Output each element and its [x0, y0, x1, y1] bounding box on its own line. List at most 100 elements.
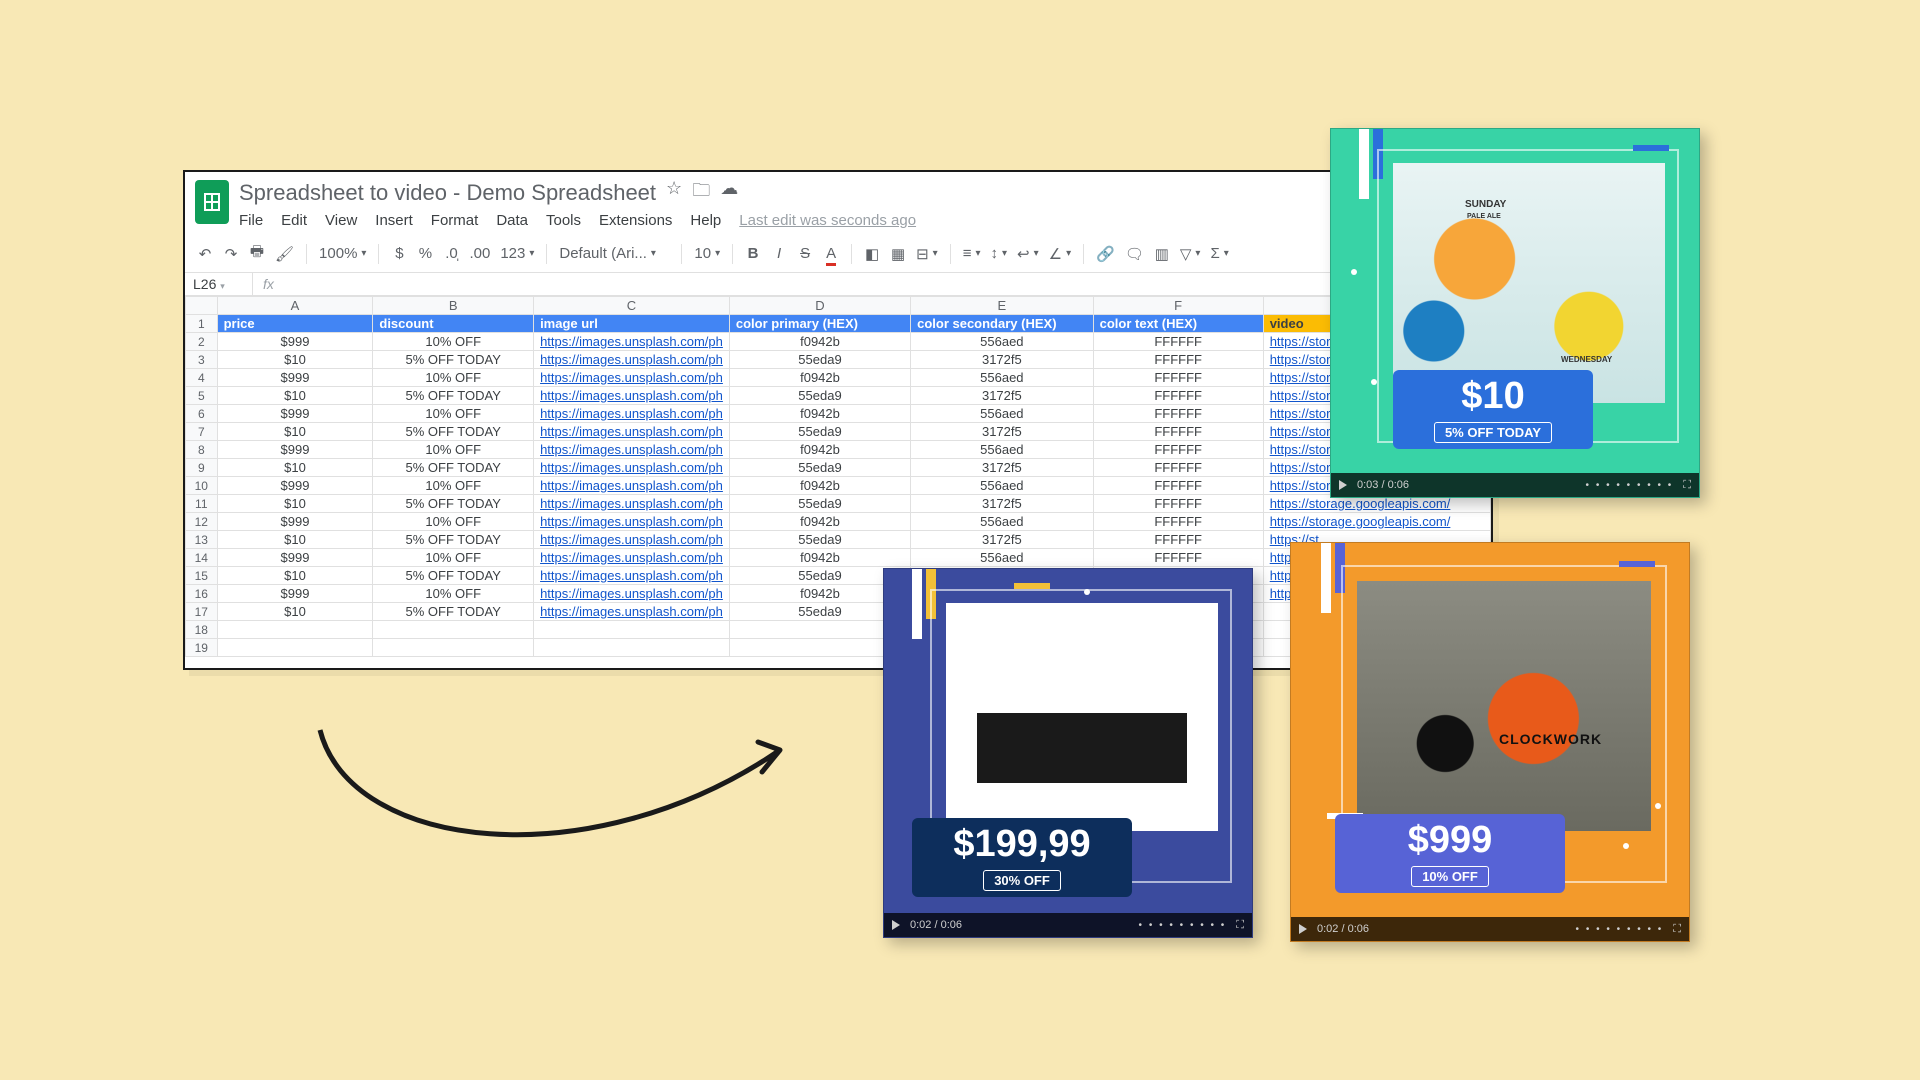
grid-cell[interactable]: 55eda9 [729, 531, 910, 549]
grid-cell[interactable]: 556aed [911, 333, 1094, 351]
grid-cell[interactable]: FFFFFF [1093, 387, 1263, 405]
zoom-select[interactable]: 100%▾ [319, 245, 366, 262]
menu-data[interactable]: Data [496, 212, 528, 229]
grid-cell[interactable]: 10% OFF [373, 477, 534, 495]
grid-cell[interactable]: f0942b [729, 513, 910, 531]
grid-cell[interactable] [534, 639, 730, 657]
url-link[interactable]: https://images.unsplash.com/ph [540, 532, 723, 547]
menu-tools[interactable]: Tools [546, 212, 581, 229]
grid-cell[interactable]: 3172f5 [911, 423, 1094, 441]
grid-cell[interactable]: $999 [217, 333, 373, 351]
header-cell[interactable]: image url [534, 315, 730, 333]
grid-cell[interactable]: $999 [217, 441, 373, 459]
url-link[interactable]: https://images.unsplash.com/ph [540, 550, 723, 565]
select-all-cell[interactable] [186, 297, 218, 315]
grid-cell[interactable]: 55eda9 [729, 459, 910, 477]
video-controls[interactable]: 0:02 / 0:06 • • • • • • • • • ⛶ [884, 913, 1252, 937]
column-header[interactable]: D [729, 297, 910, 315]
grid-cell[interactable]: FFFFFF [1093, 513, 1263, 531]
row-number[interactable]: 17 [186, 603, 218, 621]
column-header[interactable]: F [1093, 297, 1263, 315]
url-link[interactable]: https://images.unsplash.com/ph [540, 334, 723, 349]
row-number[interactable]: 9 [186, 459, 218, 477]
rotate-button[interactable]: ∠▾ [1049, 245, 1071, 263]
url-link[interactable]: https://images.unsplash.com/ph [540, 352, 723, 367]
grid-cell[interactable]: https://images.unsplash.com/ph [534, 405, 730, 423]
url-link[interactable]: https://images.unsplash.com/ph [540, 442, 723, 457]
h-align-button[interactable]: ≡▾ [963, 245, 981, 262]
grid-cell[interactable]: https://storage.googleapis.com/ [1263, 513, 1490, 531]
grid-cell[interactable]: https://images.unsplash.com/ph [534, 333, 730, 351]
grid-cell[interactable]: FFFFFF [1093, 333, 1263, 351]
grid-cell[interactable]: https://images.unsplash.com/ph [534, 585, 730, 603]
url-link[interactable]: https://storage.googleapis.com/ [1270, 514, 1451, 529]
video-controls[interactable]: 0:02 / 0:06 • • • • • • • • • ⛶ [1291, 917, 1689, 941]
video-controls[interactable]: 0:03 / 0:06 • • • • • • • • • ⛶ [1331, 473, 1699, 497]
row-number[interactable]: 2 [186, 333, 218, 351]
grid-cell[interactable]: $999 [217, 369, 373, 387]
grid-cell[interactable]: 5% OFF TODAY [373, 351, 534, 369]
paint-format-button[interactable]: 🖌 [275, 245, 294, 263]
filter-button[interactable]: ▽▾ [1180, 245, 1201, 263]
grid-cell[interactable]: https://images.unsplash.com/ph [534, 531, 730, 549]
row-number[interactable]: 14 [186, 549, 218, 567]
grid-cell[interactable]: f0942b [729, 333, 910, 351]
grid-cell[interactable]: https://images.unsplash.com/ph [534, 495, 730, 513]
grid-cell[interactable]: 10% OFF [373, 513, 534, 531]
column-header[interactable]: B [373, 297, 534, 315]
play-icon[interactable] [1299, 924, 1307, 934]
document-title[interactable]: Spreadsheet to video - Demo Spreadsheet [239, 180, 656, 206]
grid-cell[interactable]: f0942b [729, 477, 910, 495]
grid-cell[interactable]: https://images.unsplash.com/ph [534, 387, 730, 405]
grid-cell[interactable]: 55eda9 [729, 351, 910, 369]
chart-button[interactable]: ▥ [1154, 245, 1170, 263]
grid-cell[interactable]: 10% OFF [373, 333, 534, 351]
grid-cell[interactable]: https://images.unsplash.com/ph [534, 477, 730, 495]
row-number[interactable]: 10 [186, 477, 218, 495]
grid-cell[interactable]: 556aed [911, 513, 1094, 531]
row-number[interactable]: 4 [186, 369, 218, 387]
grid-cell[interactable]: $999 [217, 477, 373, 495]
grid-cell[interactable]: $10 [217, 531, 373, 549]
decrease-decimal-button[interactable]: .0̩ [443, 245, 459, 262]
url-link[interactable]: https://images.unsplash.com/ph [540, 478, 723, 493]
grid-cell[interactable]: 55eda9 [729, 423, 910, 441]
grid-cell[interactable]: FFFFFF [1093, 441, 1263, 459]
grid-cell[interactable]: 556aed [911, 549, 1094, 567]
grid-cell[interactable]: 556aed [911, 441, 1094, 459]
row-number[interactable]: 5 [186, 387, 218, 405]
grid-cell[interactable]: FFFFFF [1093, 423, 1263, 441]
grid-cell[interactable]: FFFFFF [1093, 369, 1263, 387]
url-link[interactable]: https://images.unsplash.com/ph [540, 604, 723, 619]
number-format-select[interactable]: 123▾ [500, 245, 534, 262]
row-number[interactable]: 15 [186, 567, 218, 585]
grid-cell[interactable]: 3172f5 [911, 495, 1094, 513]
grid-cell[interactable]: 3172f5 [911, 459, 1094, 477]
grid-cell[interactable]: 556aed [911, 405, 1094, 423]
fill-color-button[interactable]: ◧ [864, 245, 880, 263]
grid-cell[interactable]: https://images.unsplash.com/ph [534, 351, 730, 369]
grid-cell[interactable]: $10 [217, 387, 373, 405]
url-link[interactable]: https://images.unsplash.com/ph [540, 586, 723, 601]
grid-cell[interactable] [217, 639, 373, 657]
move-folder-icon[interactable]: 🗀 [692, 178, 710, 208]
url-link[interactable]: https://images.unsplash.com/ph [540, 370, 723, 385]
grid-cell[interactable]: $10 [217, 351, 373, 369]
grid-cell[interactable]: 5% OFF TODAY [373, 459, 534, 477]
grid-cell[interactable]: $999 [217, 549, 373, 567]
merge-button[interactable]: ⊟▾ [916, 245, 938, 263]
grid-cell[interactable]: 5% OFF TODAY [373, 495, 534, 513]
name-box[interactable]: L26 ▾ [185, 273, 253, 295]
grid-cell[interactable]: https://images.unsplash.com/ph [534, 441, 730, 459]
grid-cell[interactable]: FFFFFF [1093, 351, 1263, 369]
header-cell[interactable]: color secondary (HEX) [911, 315, 1094, 333]
menu-insert[interactable]: Insert [375, 212, 413, 229]
grid-cell[interactable]: https://images.unsplash.com/ph [534, 459, 730, 477]
menu-extensions[interactable]: Extensions [599, 212, 672, 229]
row-number[interactable]: 18 [186, 621, 218, 639]
grid-cell[interactable]: 10% OFF [373, 549, 534, 567]
grid-cell[interactable] [217, 621, 373, 639]
grid-cell[interactable]: 3172f5 [911, 387, 1094, 405]
font-select[interactable]: Default (Ari...▾ [559, 245, 669, 262]
play-icon[interactable] [892, 920, 900, 930]
